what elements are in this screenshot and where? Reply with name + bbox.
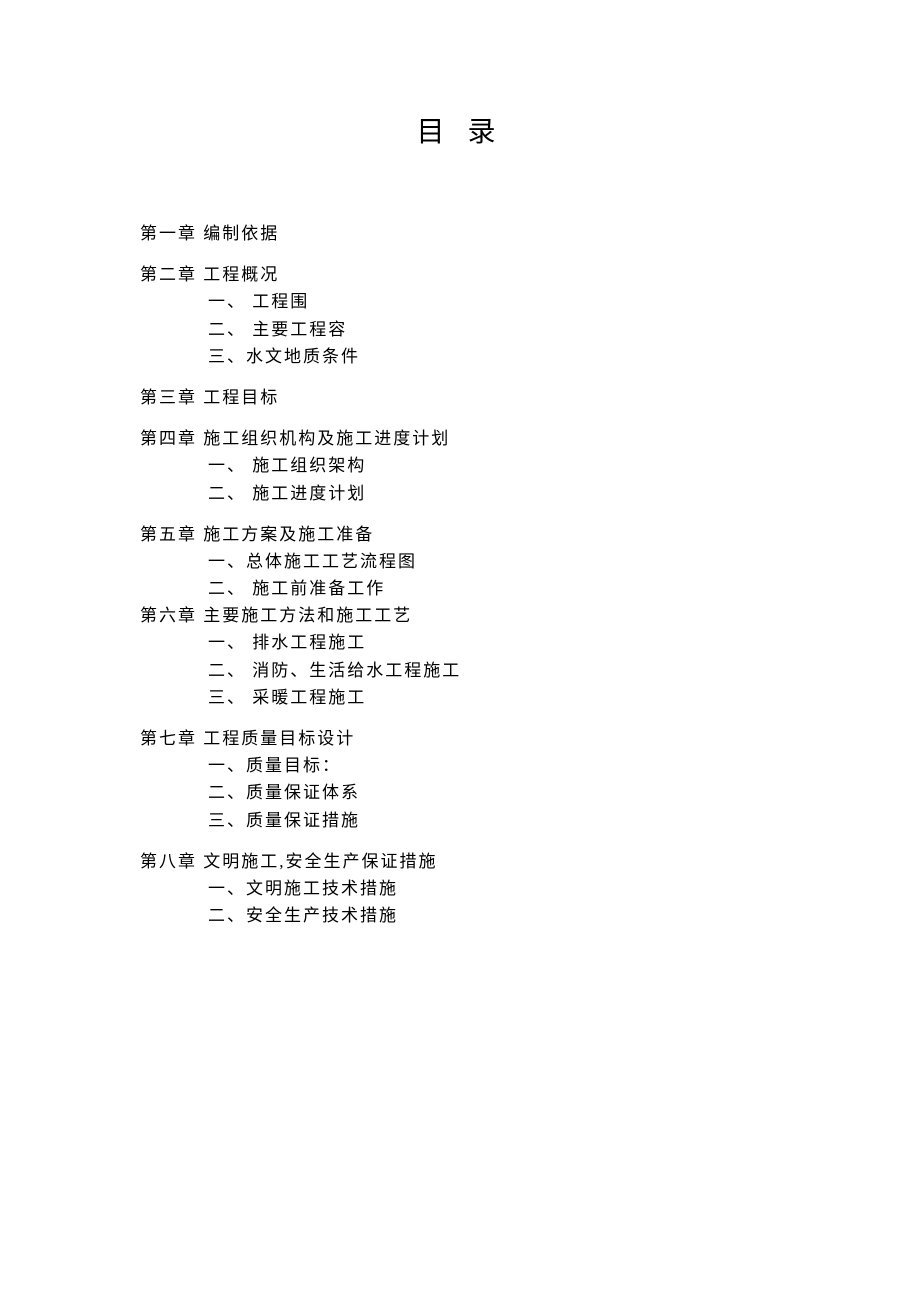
chapter-sub-item: 二、质量保证体系 [140, 779, 780, 806]
chapter-sub-item: 三、水文地质条件 [140, 343, 780, 370]
chapter-sub-item: 一、质量目标： [140, 752, 780, 779]
chapter-heading: 第七章 工程质量目标设计 [140, 725, 780, 752]
chapter-sub-item: 二、 消防、生活给水工程施工 [140, 657, 780, 684]
chapter-sub-item: 三、质量保证措施 [140, 807, 780, 834]
chapter-heading: 第八章 文明施工,安全生产保证措施 [140, 848, 780, 875]
chapter-sub-item: 二、 施工前准备工作 [140, 575, 780, 602]
toc-container: 第一章 编制依据 第二章 工程概况 一、 工程围 二、 主要工程容 三、水文地质… [140, 220, 780, 929]
chapter-heading: 第二章 工程概况 [140, 261, 780, 288]
chapter-heading: 第六章 主要施工方法和施工工艺 [140, 602, 780, 629]
chapter-heading: 第一章 编制依据 [140, 220, 780, 247]
chapter-heading: 第四章 施工组织机构及施工进度计划 [140, 425, 780, 452]
page-title: 目 录 [140, 110, 780, 150]
chapter-7: 第七章 工程质量目标设计 一、质量目标： 二、质量保证体系 三、质量保证措施 [140, 725, 780, 834]
chapter-sub-item: 一、 工程围 [140, 288, 780, 315]
chapter-5: 第五章 施工方案及施工准备 一、总体施工工艺流程图 二、 施工前准备工作 [140, 521, 780, 603]
chapter-sub-item: 二、 主要工程容 [140, 316, 780, 343]
chapter-sub-item: 一、总体施工工艺流程图 [140, 548, 780, 575]
chapter-8: 第八章 文明施工,安全生产保证措施 一、文明施工技术措施 二、安全生产技术措施 [140, 848, 780, 930]
chapter-sub-item: 一、文明施工技术措施 [140, 875, 780, 902]
chapter-3: 第三章 工程目标 [140, 384, 780, 411]
chapter-1: 第一章 编制依据 [140, 220, 780, 247]
chapter-4: 第四章 施工组织机构及施工进度计划 一、 施工组织架构 二、 施工进度计划 [140, 425, 780, 507]
chapter-heading: 第五章 施工方案及施工准备 [140, 521, 780, 548]
chapter-sub-item: 一、 施工组织架构 [140, 452, 780, 479]
chapter-6: 第六章 主要施工方法和施工工艺 一、 排水工程施工 二、 消防、生活给水工程施工… [140, 602, 780, 711]
chapter-sub-item: 二、 施工进度计划 [140, 480, 780, 507]
chapter-sub-item: 二、安全生产技术措施 [140, 902, 780, 929]
chapter-sub-item: 一、 排水工程施工 [140, 629, 780, 656]
chapter-heading: 第三章 工程目标 [140, 384, 780, 411]
chapter-sub-item: 三、 采暖工程施工 [140, 684, 780, 711]
chapter-2: 第二章 工程概况 一、 工程围 二、 主要工程容 三、水文地质条件 [140, 261, 780, 370]
